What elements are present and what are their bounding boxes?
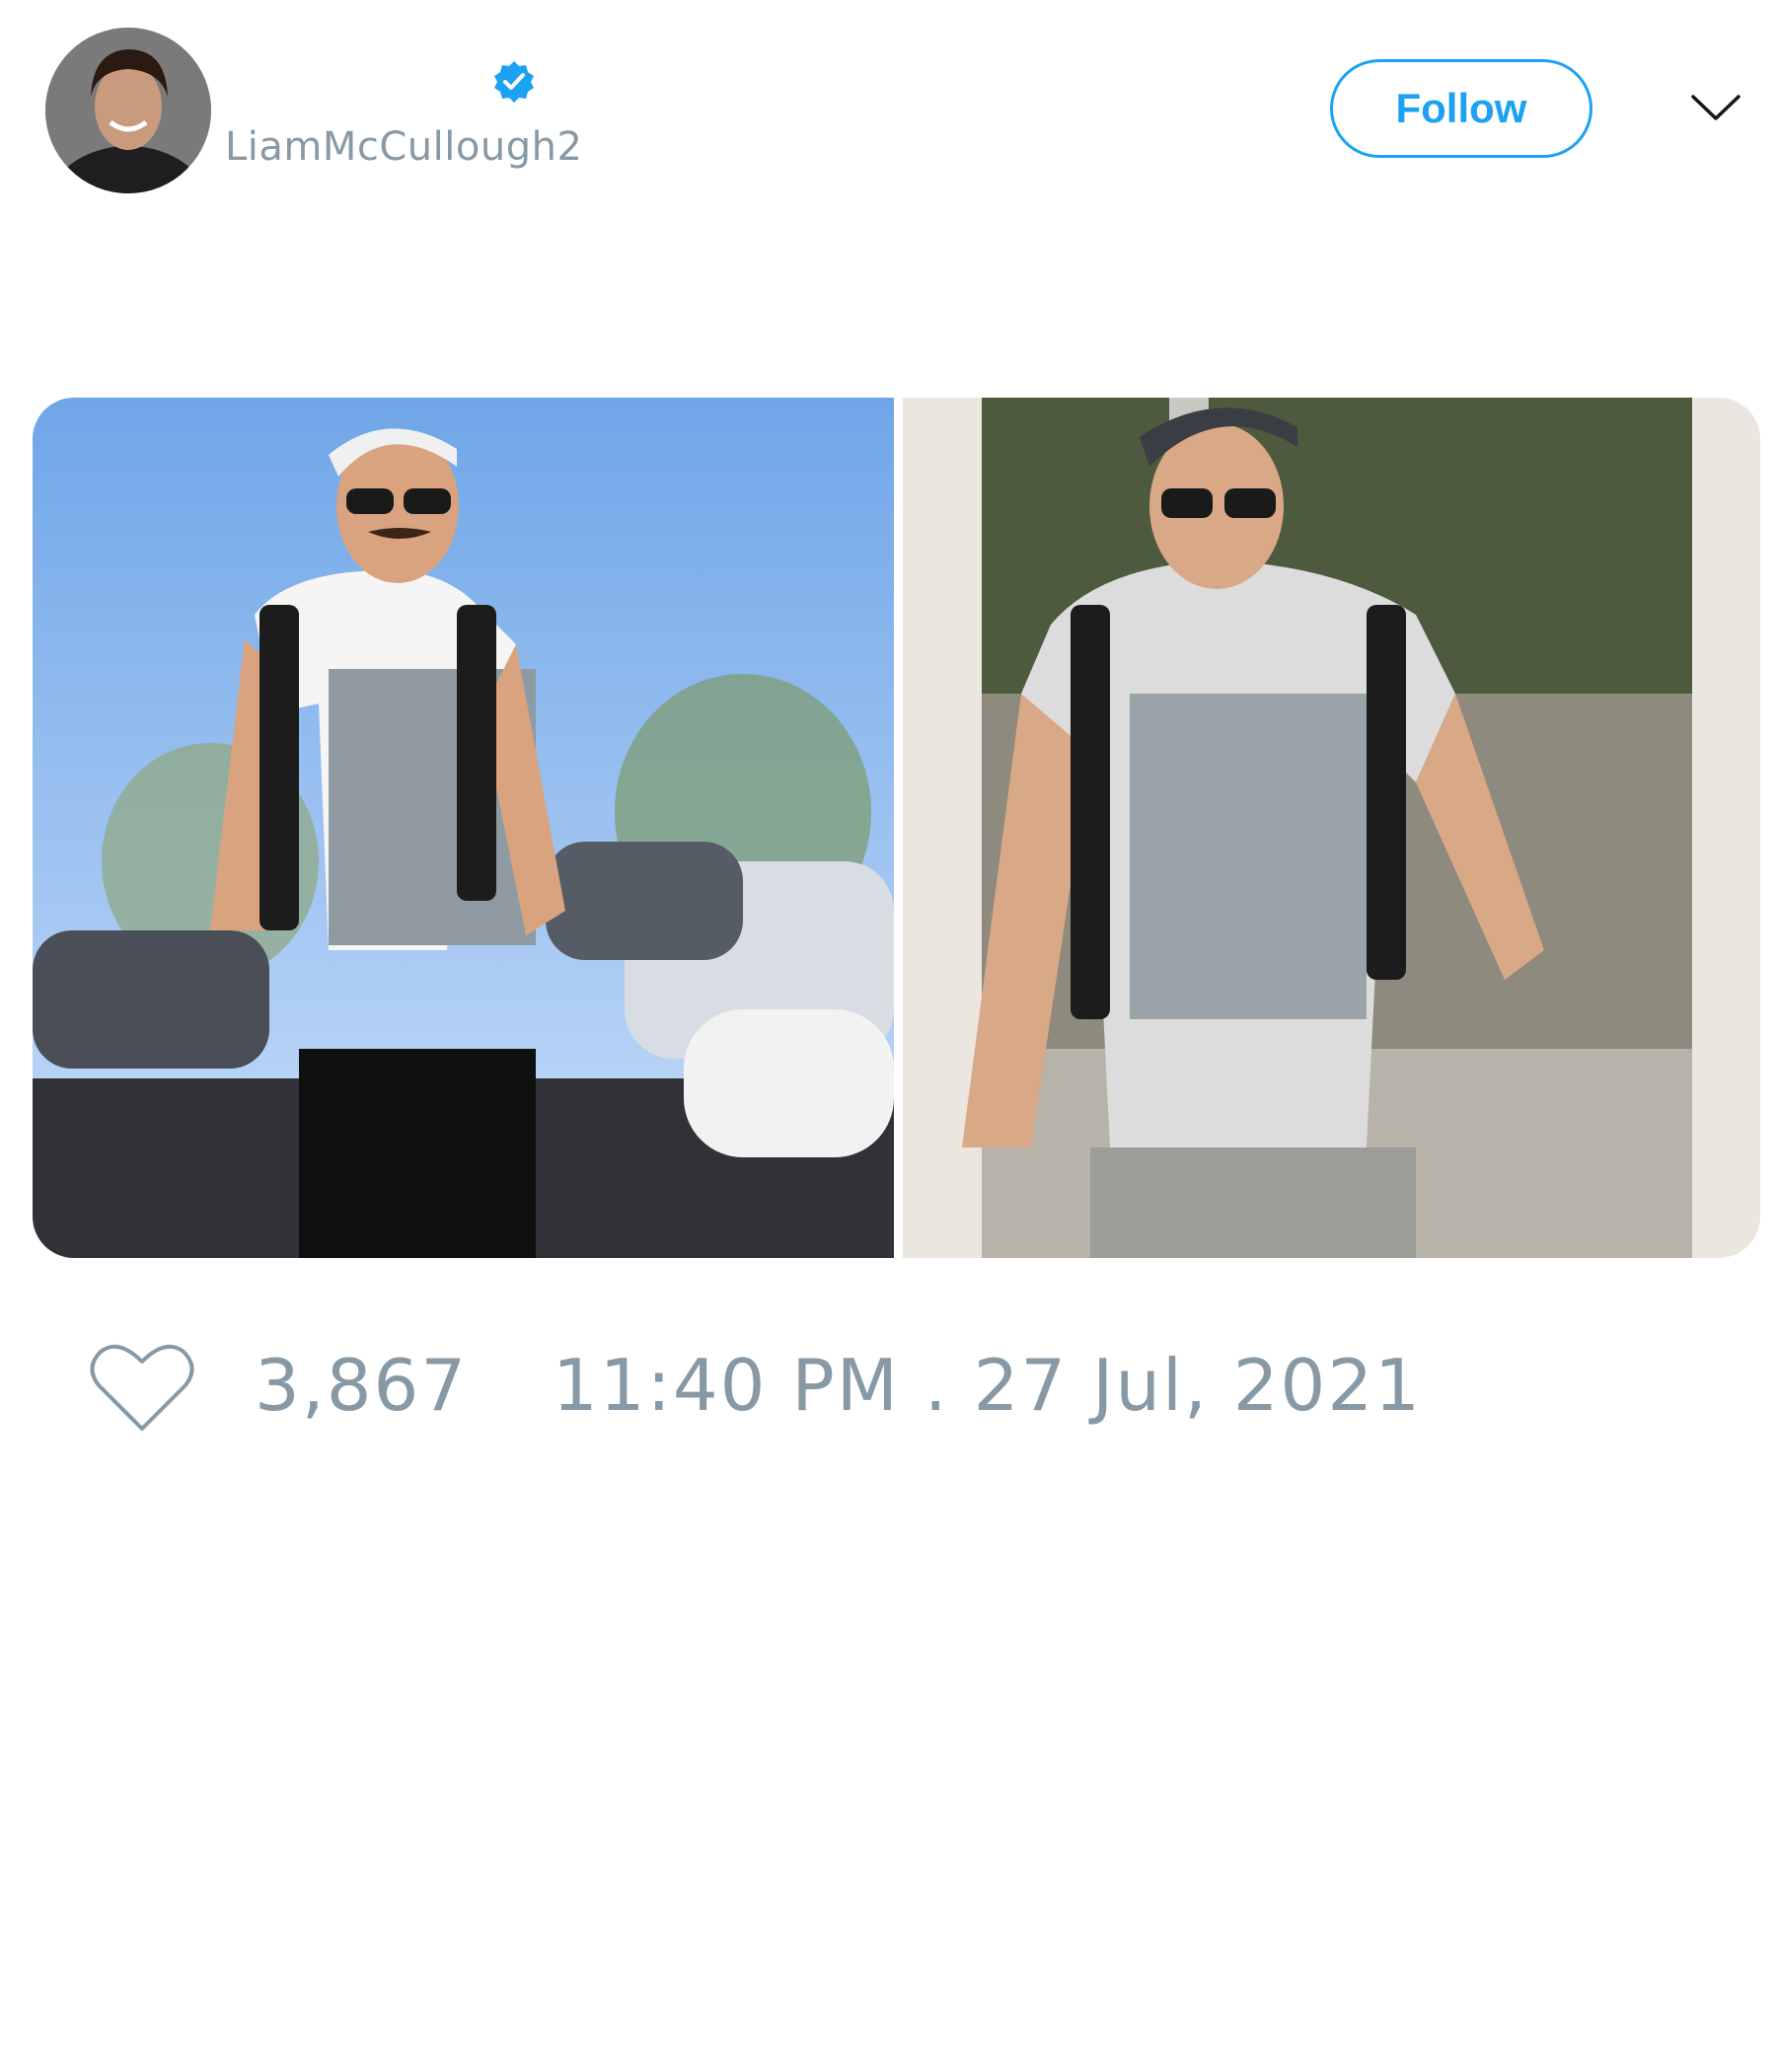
follow-button[interactable]: Follow [1330, 59, 1592, 158]
photo-man-in-parking-lot[interactable] [33, 398, 894, 1258]
photo-man-in-parking-lot-image [33, 398, 894, 1258]
tweet-timestamp[interactable]: 11:40 PM . 27 Jul, 2021 [553, 1344, 1422, 1427]
verified-badge-icon [494, 61, 534, 103]
photo-printed-tshirt[interactable] [903, 398, 1760, 1258]
avatar-image [45, 28, 211, 193]
photo-printed-tshirt-image [903, 398, 1760, 1258]
chevron-down-icon[interactable] [1689, 89, 1742, 128]
tweet-header: LiamMcCullough2 Follow [0, 0, 1776, 227]
avatar[interactable] [45, 28, 211, 193]
heart-icon[interactable] [89, 1340, 195, 1435]
like-count: 3,867 [255, 1344, 469, 1427]
media-grid [33, 398, 1760, 1258]
author-handle[interactable]: LiamMcCullough2 [225, 124, 582, 170]
